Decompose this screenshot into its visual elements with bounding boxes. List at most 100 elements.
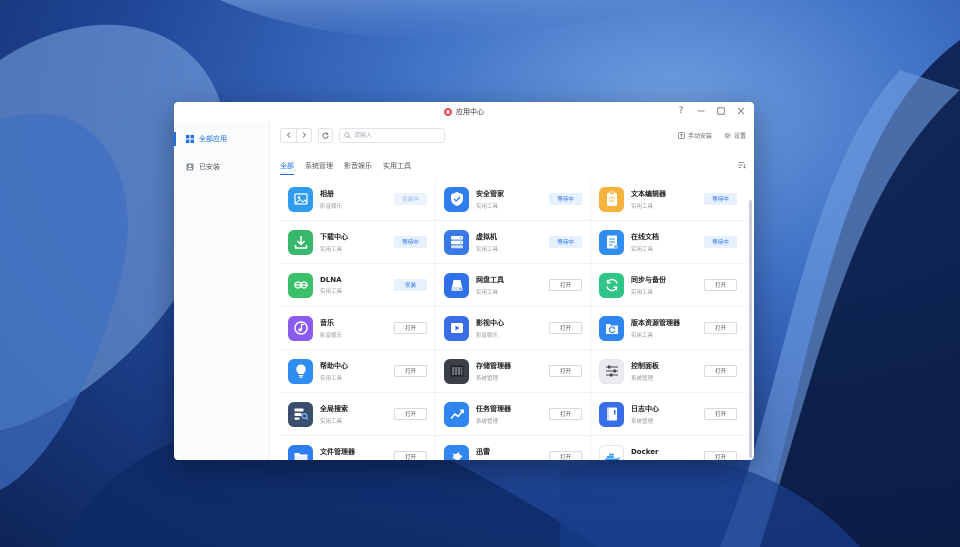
app-action-button[interactable]: 打开 bbox=[549, 322, 582, 334]
app-action-button[interactable]: 等待中 bbox=[394, 236, 427, 248]
app-action-button[interactable]: 打开 bbox=[549, 408, 582, 420]
installed-icon bbox=[186, 163, 194, 171]
sort-button[interactable] bbox=[738, 161, 746, 171]
app-card[interactable]: 音乐 影音娱乐 打开 bbox=[280, 307, 435, 349]
app-action-button[interactable]: 打开 bbox=[704, 408, 737, 420]
app-name: 日志中心 bbox=[631, 404, 659, 413]
app-text: 文本编辑器 实用工具 bbox=[631, 189, 666, 210]
sidebar-item-label: 全部应用 bbox=[199, 135, 227, 143]
app-card[interactable]: Docker 实用工具 打开 bbox=[590, 436, 745, 460]
tab-system-management[interactable]: 系统管理 bbox=[305, 158, 333, 174]
scrollbar[interactable] bbox=[749, 200, 752, 458]
search-input[interactable] bbox=[354, 131, 442, 139]
app-category: 系统管理 bbox=[631, 418, 654, 425]
app-card[interactable]: 相册 影音娱乐 安装中 bbox=[280, 178, 435, 220]
tab-media-entertainment[interactable]: 影音娱乐 bbox=[344, 158, 372, 174]
app-card[interactable]: 同步与备份 实用工具 打开 bbox=[590, 264, 745, 306]
app-category: 影音娱乐 bbox=[320, 203, 343, 210]
app-text: 影视中心 影音娱乐 bbox=[476, 318, 504, 339]
app-text: 安全管家 实用工具 bbox=[476, 189, 504, 210]
app-action-button[interactable]: 等待中 bbox=[704, 193, 737, 205]
app-action-button[interactable]: 打开 bbox=[704, 451, 737, 460]
app-grid: 相册 影音娱乐 安装中 安全管家 实用工具 等待中 文本编辑器 实用工具 等待中 下载中心 实用工具… bbox=[280, 178, 746, 460]
maximize-icon bbox=[717, 107, 725, 115]
app-text: 相册 影音娱乐 bbox=[320, 189, 342, 210]
sidebar-item-installed[interactable]: 已安装 bbox=[174, 156, 269, 178]
app-name: 文本编辑器 bbox=[631, 189, 666, 198]
app-card[interactable]: DLNA 实用工具 安装 bbox=[280, 264, 435, 306]
app-card[interactable]: 任务管理器 系统管理 打开 bbox=[435, 393, 590, 435]
app-name: Docker bbox=[631, 447, 659, 456]
app-action-button[interactable]: 打开 bbox=[549, 279, 582, 291]
app-card[interactable]: 在线文档 实用工具 等待中 bbox=[590, 221, 745, 263]
app-card[interactable]: 迅雷实用工具 打开 bbox=[435, 436, 590, 460]
photo-icon bbox=[288, 186, 313, 212]
app-action-button[interactable]: 打开 bbox=[704, 279, 737, 291]
app-action-button[interactable]: 打开 bbox=[394, 365, 427, 377]
app-text: 同步与备份 实用工具 bbox=[631, 275, 666, 296]
app-card[interactable]: 文件管理器实用工具 打开 bbox=[280, 436, 435, 460]
app-card[interactable]: 控制面板 系统管理 打开 bbox=[590, 350, 745, 392]
global-search-icon bbox=[288, 401, 313, 427]
app-card[interactable]: 虚拟机 实用工具 等待中 bbox=[435, 221, 590, 263]
task-chart-icon bbox=[444, 401, 469, 427]
app-action-button[interactable]: 打开 bbox=[394, 451, 427, 460]
tab-all[interactable]: 全部 bbox=[280, 158, 294, 175]
app-action-button[interactable]: 打开 bbox=[704, 322, 737, 334]
app-action-button[interactable]: 安装 bbox=[394, 279, 427, 291]
app-action-button[interactable]: 等待中 bbox=[704, 236, 737, 248]
app-card[interactable]: 版本资源管理器 实用工具 打开 bbox=[590, 307, 745, 349]
minimize-button[interactable] bbox=[696, 106, 706, 116]
app-action-button[interactable]: 打开 bbox=[394, 322, 427, 334]
app-text: 控制面板 系统管理 bbox=[631, 361, 659, 382]
refresh-button[interactable] bbox=[318, 127, 333, 143]
app-name: 虚拟机 bbox=[476, 232, 497, 241]
lightbulb-icon bbox=[288, 358, 313, 384]
maximize-button[interactable] bbox=[716, 106, 726, 116]
app-name: 在线文档 bbox=[631, 232, 659, 241]
app-card[interactable]: 全局搜索 实用工具 打开 bbox=[280, 393, 435, 435]
app-category: 实用工具 bbox=[631, 203, 654, 210]
app-card[interactable]: 日志中心系统管理 打开 bbox=[590, 393, 745, 435]
app-category: 影音娱乐 bbox=[320, 332, 343, 339]
app-action-button[interactable]: 等待中 bbox=[549, 236, 582, 248]
app-card[interactable]: 安全管家 实用工具 等待中 bbox=[435, 178, 590, 220]
app-name: 下载中心 bbox=[320, 232, 348, 241]
close-button[interactable] bbox=[736, 106, 746, 116]
app-action-button[interactable]: 安装中 bbox=[394, 193, 427, 205]
app-card[interactable]: 网盘工具 实用工具 打开 bbox=[435, 264, 590, 306]
app-card[interactable]: 影视中心 影音娱乐 打开 bbox=[435, 307, 590, 349]
thunder-icon bbox=[444, 444, 469, 460]
server-icon bbox=[444, 229, 469, 255]
forward-button[interactable] bbox=[296, 128, 311, 142]
app-category: 实用工具 bbox=[320, 375, 343, 382]
settings-button[interactable]: 设置 bbox=[724, 131, 746, 140]
upload-box-icon bbox=[678, 131, 685, 139]
help-button[interactable]: ? bbox=[676, 106, 686, 116]
app-card[interactable]: 帮助中心 实用工具 打开 bbox=[280, 350, 435, 392]
sidebar-item-all-apps[interactable]: 全部应用 bbox=[174, 128, 269, 150]
window-title: 应用中心 bbox=[456, 108, 484, 116]
app-card[interactable]: 存储管理器 系统管理 打开 bbox=[435, 350, 590, 392]
app-action-button[interactable]: 打开 bbox=[549, 451, 582, 460]
app-action-button[interactable]: 打开 bbox=[394, 408, 427, 420]
title-bar: 应用中心 ? bbox=[174, 102, 754, 122]
sort-icon bbox=[738, 162, 746, 169]
app-action-button[interactable]: 等待中 bbox=[549, 193, 582, 205]
app-card[interactable]: 下载中心实用工具 等待中 bbox=[280, 221, 435, 263]
app-row: 帮助中心 实用工具 打开 存储管理器 系统管理 打开 控制面板 系统管理 打开 bbox=[280, 350, 746, 393]
app-category: 实用工具 bbox=[320, 246, 343, 253]
app-center-window: 应用中心 ? 全部应用 已安装 请输入 手动安装 设置 全部 系统管理 影音娱乐… bbox=[174, 102, 754, 460]
manual-install-button[interactable]: 手动安装 bbox=[678, 131, 712, 140]
back-button[interactable] bbox=[281, 129, 296, 142]
app-name: 安全管家 bbox=[476, 189, 504, 198]
app-card[interactable]: 文本编辑器实用工具 等待中 bbox=[590, 178, 745, 220]
sidebar-item-label: 已安装 bbox=[199, 163, 220, 171]
tab-utilities[interactable]: 实用工具 bbox=[383, 158, 411, 174]
app-text: Docker 实用工具 bbox=[631, 448, 658, 461]
app-category: 系统管理 bbox=[631, 375, 654, 382]
app-action-button[interactable]: 打开 bbox=[549, 365, 582, 377]
app-action-button[interactable]: 打开 bbox=[704, 365, 737, 377]
cloud-drive-icon bbox=[444, 272, 469, 298]
sync-icon bbox=[599, 272, 624, 298]
